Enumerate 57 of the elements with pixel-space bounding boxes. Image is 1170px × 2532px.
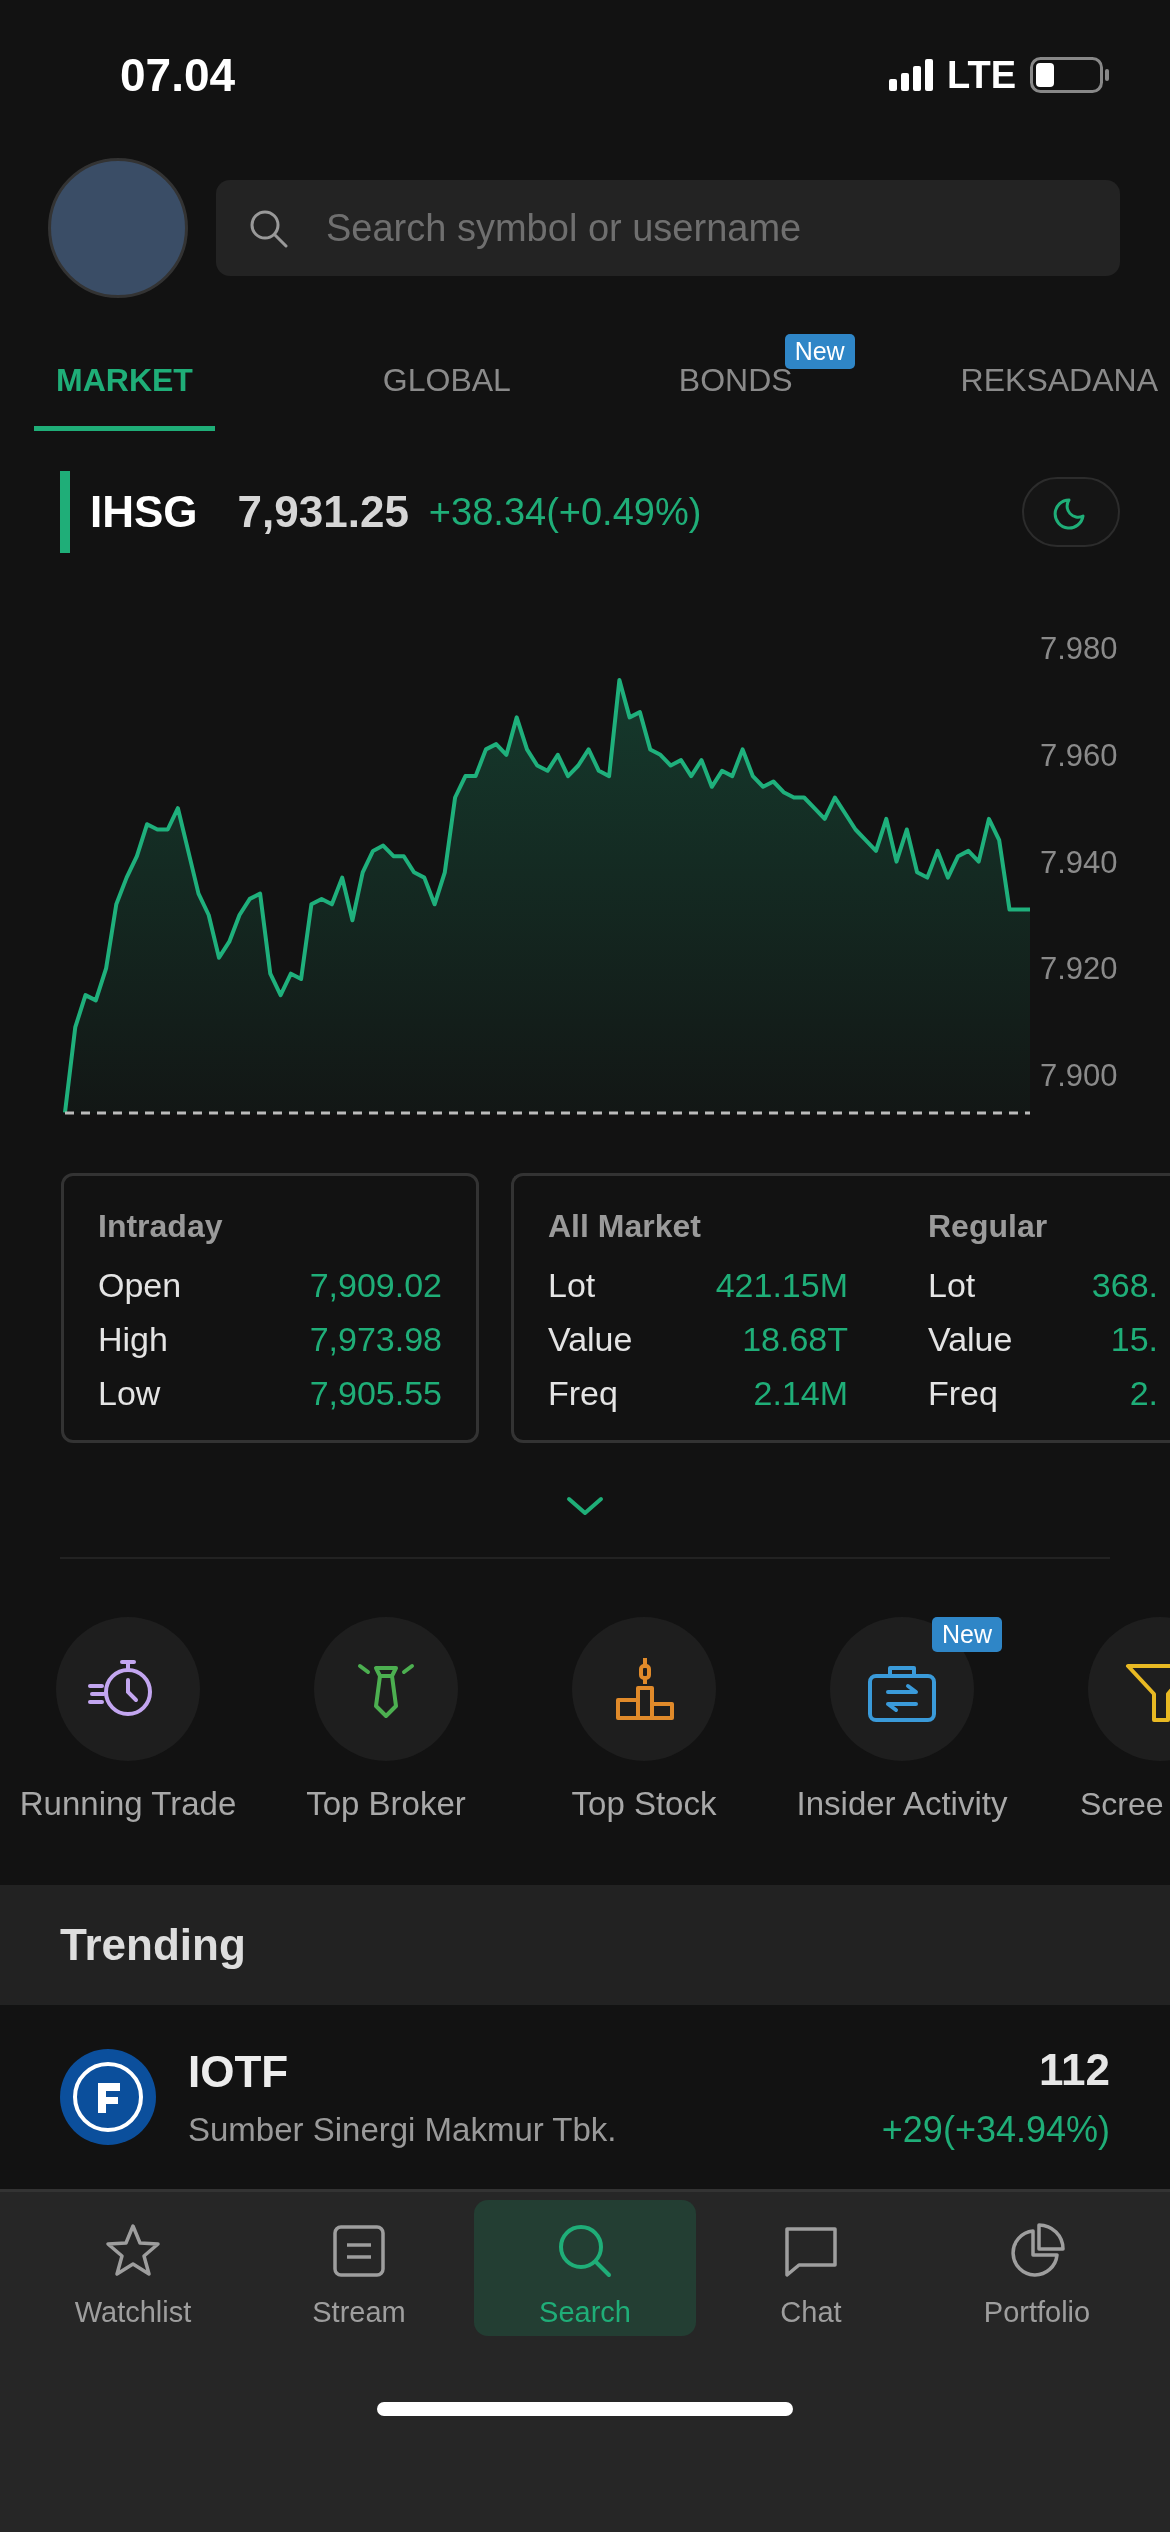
stat-value: 7,905.55 [309,1373,442,1414]
stat-value: 2. [1129,1373,1158,1414]
signal-icon [889,59,934,91]
index-change: +38.34(+0.49%) [428,489,702,535]
new-badge: New [784,334,855,369]
tab[interactable]: GLOBAL [382,338,511,431]
stat-label: Lot [928,1265,976,1306]
shortcut-button[interactable]: Top Broker [276,1617,496,1825]
stat-label: Freq [928,1373,998,1414]
nav-tab[interactable]: Watchlist [22,2200,244,2336]
search-icon [248,208,288,248]
tab[interactable]: MARKET [34,338,215,431]
nav-tab[interactable]: Search [474,2200,696,2336]
tab[interactable]: REKSADANA [960,338,1158,431]
nav-tab[interactable]: Portfolio [926,2200,1148,2336]
shortcut-button[interactable]: Scree [1050,1617,1170,1825]
shortcut-button[interactable]: Running Trade [18,1617,238,1825]
stat-label: Lot [548,1265,596,1306]
index-symbol: IHSG [90,486,198,538]
stock-price: 112 [1038,2044,1110,2096]
stat-label: Freq [548,1373,618,1414]
axis-tick-label: 7.980 [1040,631,1118,666]
axis-tick-label: 7.900 [1040,1058,1118,1094]
stat-value: 7,973.98 [309,1319,442,1360]
shortcut-button[interactable]: New Insider Activity [792,1617,1012,1825]
nav-tab[interactable]: Stream [248,2200,470,2336]
stats-title: All Market [548,1207,702,1246]
stock-symbol[interactable]: IOTF [188,2039,850,2106]
index-price: 7,931.25 [237,486,409,538]
axis-tick-label: 7.920 [1040,951,1118,987]
stats-title: Regular [928,1207,1049,1246]
network-label: LTE [947,52,1016,98]
stat-value: 421.15M [715,1265,848,1306]
stat-value: 7,909.02 [309,1265,442,1306]
nav-tab[interactable]: Chat [700,2200,922,2336]
price-change: +29(+34.94%) [881,2108,1110,2152]
company-name: Sumber Sinergi Makmur Tbk. [188,2110,618,2151]
shortcut-button[interactable]: Top Stock [534,1617,754,1825]
stat-value: 368. [1091,1265,1158,1306]
stat-label: Open [98,1265,182,1306]
stat-label: Value [548,1319,633,1360]
search-field[interactable]: Search symbol or username [216,180,1120,276]
stat-value: 2.14M [753,1373,848,1414]
new-badge: New [932,1617,1002,1652]
logo-icon [72,2061,144,2133]
expand-chevron-icon[interactable] [566,1495,604,1517]
battery-icon [1030,57,1110,93]
stat-label: Value [928,1319,1013,1360]
status-time: 07.04 [120,47,236,103]
axis-tick-label: 7.940 [1040,844,1118,880]
stat-value: 18.68T [742,1319,848,1360]
stat-label: Low [98,1373,161,1414]
section-title: Trending [60,1919,246,1971]
axis-tick-label: 7.960 [1040,737,1118,773]
stats-title: Intraday [98,1207,224,1246]
stat-value: 15. [1110,1319,1158,1360]
stat-label: High [98,1319,168,1360]
